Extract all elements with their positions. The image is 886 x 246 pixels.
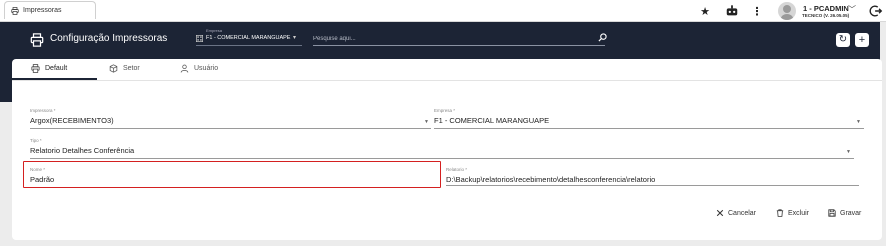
add-button[interactable]: + [855, 33, 869, 47]
cube-icon [109, 64, 118, 73]
nome-label: Nome * [30, 167, 46, 172]
avatar[interactable] [778, 2, 796, 20]
chevron-down-icon[interactable]: ﹀ [848, 4, 856, 15]
printer-icon [11, 6, 19, 15]
tipo-select[interactable]: Relatorio Detalhes Conferência [30, 146, 134, 155]
browser-bar: Impressoras ★ ⋮ 1 - PCADMIN TECNICO (V. … [0, 0, 886, 22]
empresa-label: Empresa * [434, 108, 456, 113]
tab-bar: Default Setor Usuário [12, 59, 882, 81]
printer-icon [31, 64, 40, 73]
logout-icon[interactable] [869, 4, 883, 18]
empresa-select[interactable]: F1 - COMERCIAL MARANGUAPE [434, 116, 549, 125]
cancel-button[interactable]: Cancelar [716, 209, 756, 217]
chevron-down-icon[interactable]: ▾ [293, 34, 296, 41]
caret-down-icon[interactable]: ▼ [846, 149, 851, 155]
search-input[interactable] [313, 32, 605, 46]
search-icon[interactable] [598, 33, 607, 42]
relatorio-underline [446, 185, 859, 186]
save-label: Gravar [840, 209, 862, 217]
tab-default-label: Default [45, 65, 68, 72]
printer-icon [30, 33, 44, 47]
empresa-select-underline [196, 45, 302, 46]
nome-input[interactable]: Padrão [30, 175, 54, 184]
impressora-label: Impressora * [30, 108, 56, 113]
more-vert-icon[interactable]: ⋮ [750, 4, 764, 18]
relatorio-label: Relatorio * [446, 167, 468, 172]
empresa-select-label: Empresa [206, 28, 223, 33]
robot-icon[interactable] [725, 4, 739, 18]
tab-default[interactable]: Default [31, 64, 67, 73]
caret-down-icon[interactable]: ▼ [424, 119, 429, 125]
page-title: Configuração Impressoras [50, 33, 168, 44]
delete-label: Excluir [788, 209, 810, 217]
tab-usuario[interactable]: Usuário [180, 64, 218, 73]
form-card: Default Setor Usuário Impressora * Argox… [12, 59, 882, 240]
tipo-label: Tipo * [30, 138, 42, 143]
user-role: TECNICO (V. 26.05.05) [802, 13, 850, 18]
empresa-underline [434, 128, 864, 129]
refresh-button[interactable]: ↻ [836, 33, 850, 47]
user-name: 1 - PCADMIN [803, 4, 849, 13]
save-icon [828, 209, 836, 217]
tab-usuario-label: Usuário [194, 65, 219, 72]
refresh-icon: ↻ [838, 34, 848, 45]
tab-setor-label: Setor [123, 65, 140, 72]
save-button[interactable]: Gravar [828, 209, 861, 217]
delete-button[interactable]: Excluir [776, 209, 809, 217]
caret-down-icon[interactable]: ▼ [856, 119, 861, 125]
star-icon[interactable]: ★ [698, 4, 712, 18]
cancel-label: Cancelar [728, 209, 757, 217]
tipo-underline [30, 158, 854, 159]
close-icon [716, 209, 724, 217]
tab-setor[interactable]: Setor [109, 64, 140, 73]
empresa-select[interactable]: F1 - COMERCIAL MARANGUAPE [206, 35, 290, 41]
impressora-select[interactable]: Argox(RECEBIMENTO3) [30, 116, 114, 125]
browser-tab[interactable]: Impressoras [4, 1, 96, 19]
relatorio-input[interactable]: D:\Backup\relatorios\recebimento\detalhe… [446, 175, 655, 184]
plus-icon: + [858, 33, 866, 46]
browser-tab-title: Impressoras [23, 7, 62, 14]
building-icon [196, 35, 203, 42]
user-icon [180, 64, 189, 73]
impressora-underline [30, 128, 431, 129]
trash-icon [776, 209, 784, 217]
nome-highlight [23, 161, 441, 188]
active-tab-indicator [12, 78, 97, 80]
